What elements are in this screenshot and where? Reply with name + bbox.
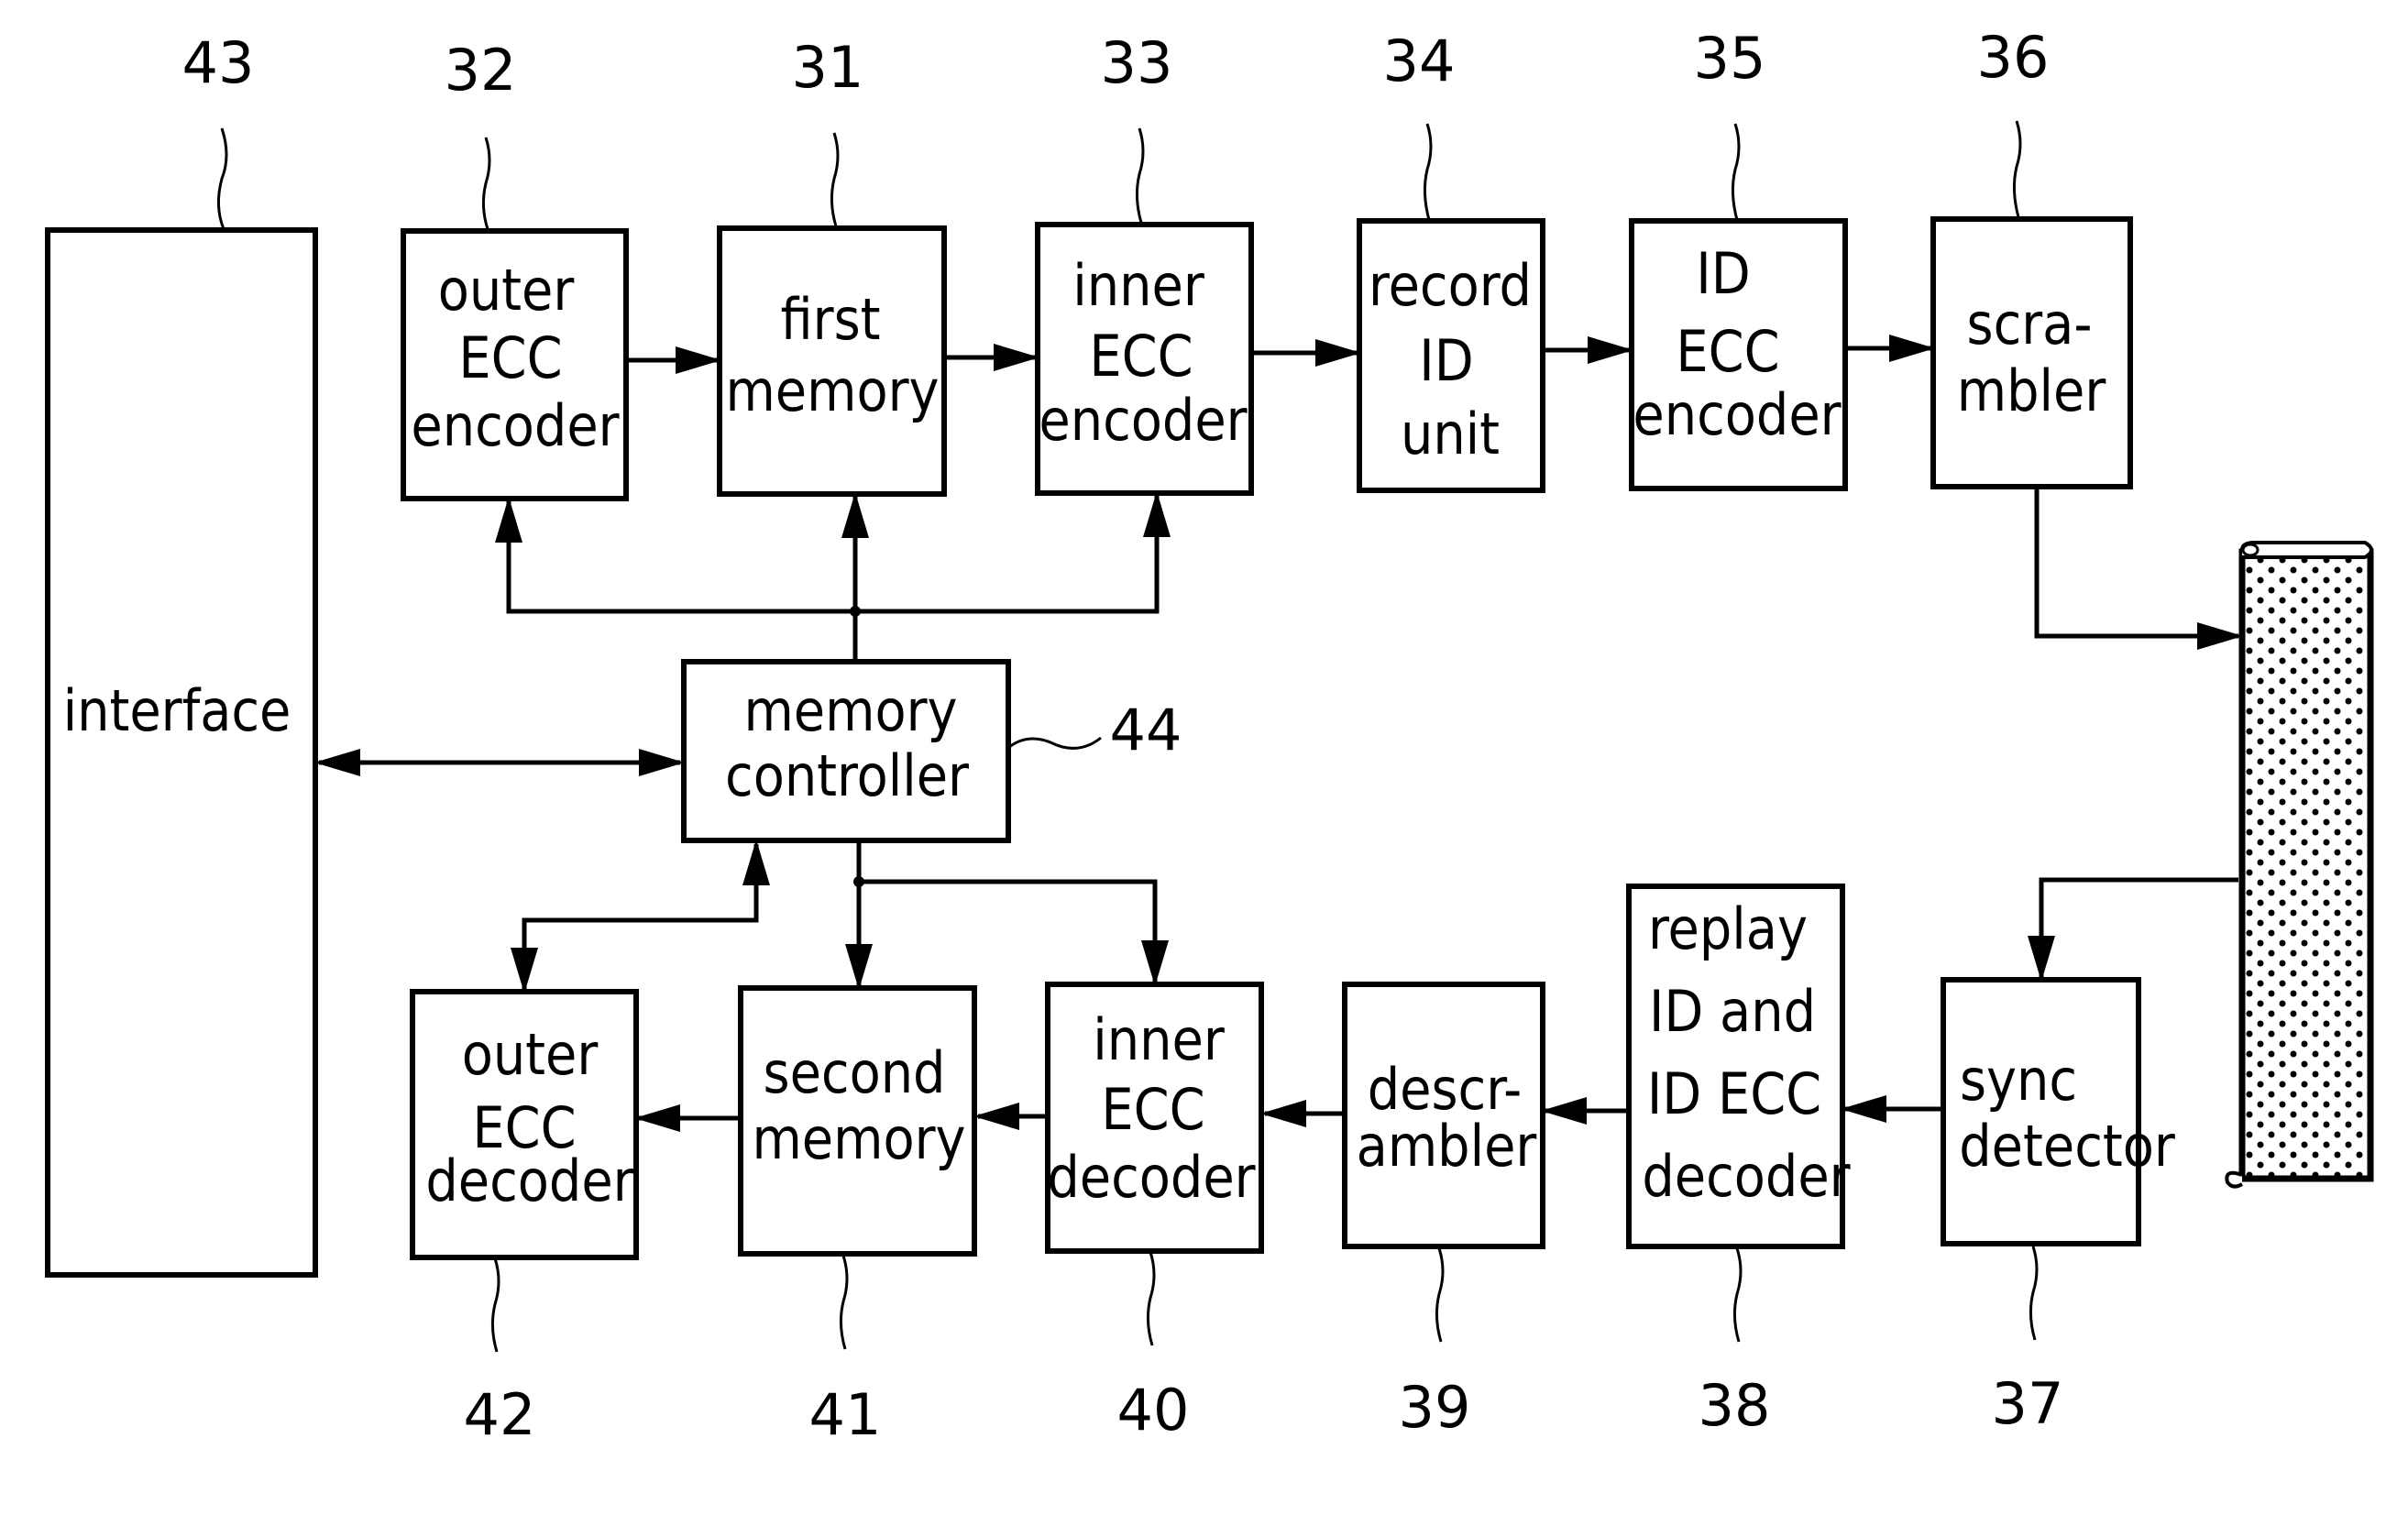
outer-ecc-encoder-label-1: outer xyxy=(438,257,575,324)
ref-38: 38 xyxy=(1699,1372,1771,1439)
id-ecc-encoder-label-2: ECC xyxy=(1676,318,1779,385)
replay-id-decoder-block: replay ID and ID ECC decoder xyxy=(1626,884,1851,1249)
inner-ecc-encoder-label-3: encoder xyxy=(1039,387,1247,454)
inner-ecc-decoder-label-1: inner xyxy=(1093,1006,1225,1073)
second-memory-label-1: second xyxy=(764,1039,946,1106)
id-ecc-encoder-label-3: encoder xyxy=(1633,381,1841,448)
inner-ecc-decoder-label-2: ECC xyxy=(1101,1076,1204,1143)
arrow-outer-dec-ctrl xyxy=(511,840,770,994)
ref-31: 31 xyxy=(792,34,864,101)
interface-block: interface xyxy=(45,227,318,1278)
outer-ecc-decoder-label-1: outer xyxy=(462,1021,599,1088)
replay-id-decoder-label-1: replay xyxy=(1648,895,1808,962)
first-memory-block: first memory xyxy=(717,225,947,497)
ref-42: 42 xyxy=(464,1381,536,1448)
first-memory-label-2: memory xyxy=(725,357,939,424)
ref-34: 34 xyxy=(1383,27,1456,94)
replay-id-decoder-label-2: ID and xyxy=(1649,978,1816,1045)
arrow-tape-to-sync xyxy=(2028,877,2238,982)
controller-bus-top xyxy=(495,491,1171,660)
inner-ecc-decoder-label-3: decoder xyxy=(1047,1144,1255,1211)
outer-ecc-decoder-block: outer ECC decoder xyxy=(410,989,639,1260)
scrambler-block: scra- mbler xyxy=(1930,216,2133,489)
ref-43: 43 xyxy=(182,29,255,96)
record-id-unit-label-2: ID xyxy=(1419,327,1473,394)
outer-ecc-encoder-block: outer ECC encoder xyxy=(401,228,629,501)
memory-controller-label-2: controller xyxy=(725,742,969,809)
outer-ecc-encoder-label-3: encoder xyxy=(411,392,619,459)
ref-44: 44 xyxy=(1110,697,1182,763)
outer-ecc-decoder-label-3: decoder xyxy=(425,1147,633,1214)
inner-ecc-encoder-block: inner ECC encoder xyxy=(1035,222,1254,496)
tape-medium xyxy=(2225,541,2374,1189)
outer-ecc-encoder-label-2: ECC xyxy=(458,324,562,391)
arrow-scrambler-to-tape xyxy=(2034,488,2243,650)
memory-controller-block: memory controller xyxy=(681,659,1011,843)
record-id-unit-label-3: unit xyxy=(1401,401,1500,467)
arrow-ctrl-to-inner-enc xyxy=(855,491,1171,614)
ref-35: 35 xyxy=(1694,25,1766,92)
ref-37: 37 xyxy=(1992,1370,2064,1437)
descrambler-label-2: ambler xyxy=(1357,1113,1537,1180)
inner-ecc-encoder-label-1: inner xyxy=(1072,252,1204,319)
ref-40: 40 xyxy=(1117,1377,1190,1444)
id-ecc-encoder-block: ID ECC encoder xyxy=(1629,218,1848,491)
sync-detector-block: sync detector xyxy=(1941,977,2175,1246)
replay-id-decoder-label-3: ID ECC xyxy=(1647,1060,1821,1127)
interface-label: interface xyxy=(63,677,291,744)
memory-controller-label-1: memory xyxy=(743,677,957,744)
block-diagram: interface outer ECC encoder first memory… xyxy=(45,24,2374,1448)
ref-41: 41 xyxy=(809,1381,882,1448)
sync-detector-label-1: sync xyxy=(1960,1047,2077,1114)
replay-id-decoder-label-4: decoder xyxy=(1642,1143,1850,1210)
controller-bus-bottom xyxy=(511,840,1169,994)
ref-33: 33 xyxy=(1101,29,1173,96)
id-ecc-encoder-label-1: ID xyxy=(1696,240,1750,307)
ref-36: 36 xyxy=(1977,24,2050,91)
ref-32: 32 xyxy=(445,37,517,104)
descrambler-block: descr- ambler xyxy=(1342,982,1545,1249)
second-memory-label-2: memory xyxy=(752,1105,965,1172)
inner-ecc-encoder-label-2: ECC xyxy=(1089,323,1193,390)
record-id-unit-label-1: record xyxy=(1369,252,1532,319)
ref-39: 39 xyxy=(1399,1374,1471,1441)
arrow-ctrl-to-inner-dec xyxy=(859,879,1169,986)
scrambler-label-1: scra- xyxy=(1967,291,2093,357)
inner-ecc-decoder-block: inner ECC decoder xyxy=(1045,982,1264,1254)
first-memory-label-1: first xyxy=(781,286,881,353)
record-id-unit-block: record ID unit xyxy=(1357,218,1545,493)
arrow-ctrl-to-outer-enc xyxy=(495,497,855,614)
second-memory-block: second memory xyxy=(738,985,977,1257)
scrambler-label-2: mbler xyxy=(1957,357,2106,424)
sync-detector-label-2: detector xyxy=(1959,1113,2175,1180)
